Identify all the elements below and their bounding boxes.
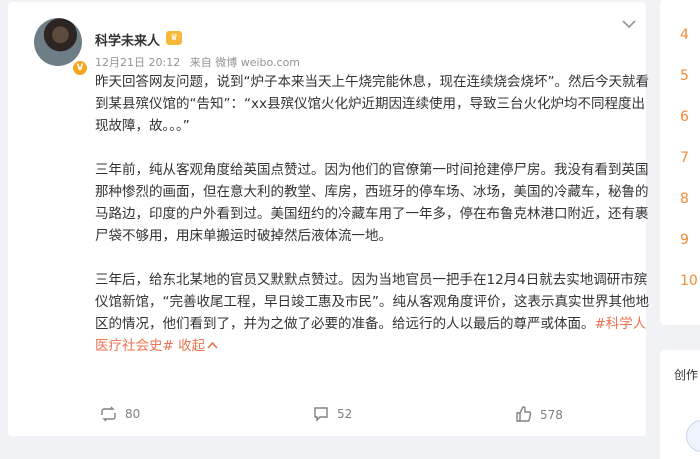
repost-icon	[101, 406, 116, 422]
repost-button[interactable]: 80	[100, 406, 140, 422]
comment-button[interactable]: 52	[313, 406, 352, 422]
post-content: 昨天回答网友问题，说到“炉子本来当天上午烧完能休息，现在连续烧会烧坏”。然后今天…	[95, 71, 650, 357]
right-sidebar: 4 5 6 7 8 9 10 创作	[660, 0, 700, 459]
rank-number[interactable]: 6	[680, 109, 689, 125]
rank-number[interactable]: 8	[680, 191, 689, 207]
username[interactable]: 科学未来人	[95, 30, 160, 49]
chevron-down-icon[interactable]	[620, 18, 638, 30]
repost-count: 80	[125, 407, 141, 421]
rank-number[interactable]: 5	[680, 68, 689, 84]
paragraph-2: 三年前，纯从客观角度给英国点赞过。因为他们的官僚第一时间抢建停尸房。我没有看到英…	[95, 162, 649, 244]
post-source: 来自 微博 weibo.com	[189, 56, 301, 69]
avatar[interactable]	[34, 18, 82, 66]
crown-icon: ♛	[166, 31, 182, 45]
collapse-label: 收起	[178, 338, 206, 354]
rank-number[interactable]: 4	[680, 27, 689, 43]
post-date[interactable]: 12月21日 20:12	[95, 56, 180, 69]
paragraph-3: 三年后，给东北某地的官员又默默点赞过。因为当地官员一把手在12月4日就去实地调研…	[95, 269, 650, 357]
comment-icon	[314, 407, 328, 422]
rank-number[interactable]: 7	[680, 150, 689, 166]
chevron-up-icon	[207, 341, 218, 349]
creator-label[interactable]: 创作	[674, 366, 698, 383]
rank-number[interactable]: 9	[680, 232, 689, 248]
rank-number[interactable]: 10	[680, 273, 698, 289]
post-actions: 80 52 578	[8, 406, 646, 432]
post-meta: 12月21日 20:12 来自 微博 weibo.com	[95, 54, 306, 70]
collapse-link[interactable]: 收起	[178, 338, 218, 354]
weibo-post-card: V 科学未来人 ♛ 12月21日 20:12 来自 微博 weibo.com 昨…	[8, 2, 649, 436]
verified-badge-icon: V	[71, 59, 89, 77]
like-icon	[516, 406, 532, 422]
comment-count: 52	[337, 407, 353, 421]
hot-search-list: 4 5 6 7 8 9 10	[660, 0, 700, 325]
like-count: 578	[540, 407, 563, 422]
paragraph-1: 昨天回答网友问题，说到“炉子本来当天上午烧完能休息，现在连续烧会烧坏”。然后今天…	[95, 74, 649, 134]
like-button[interactable]: 578	[515, 406, 563, 423]
paragraph-3-text: 三年后，给东北某地的官员又默默点赞过。因为当地官员一把手在12月4日就去实地调研…	[95, 272, 649, 332]
